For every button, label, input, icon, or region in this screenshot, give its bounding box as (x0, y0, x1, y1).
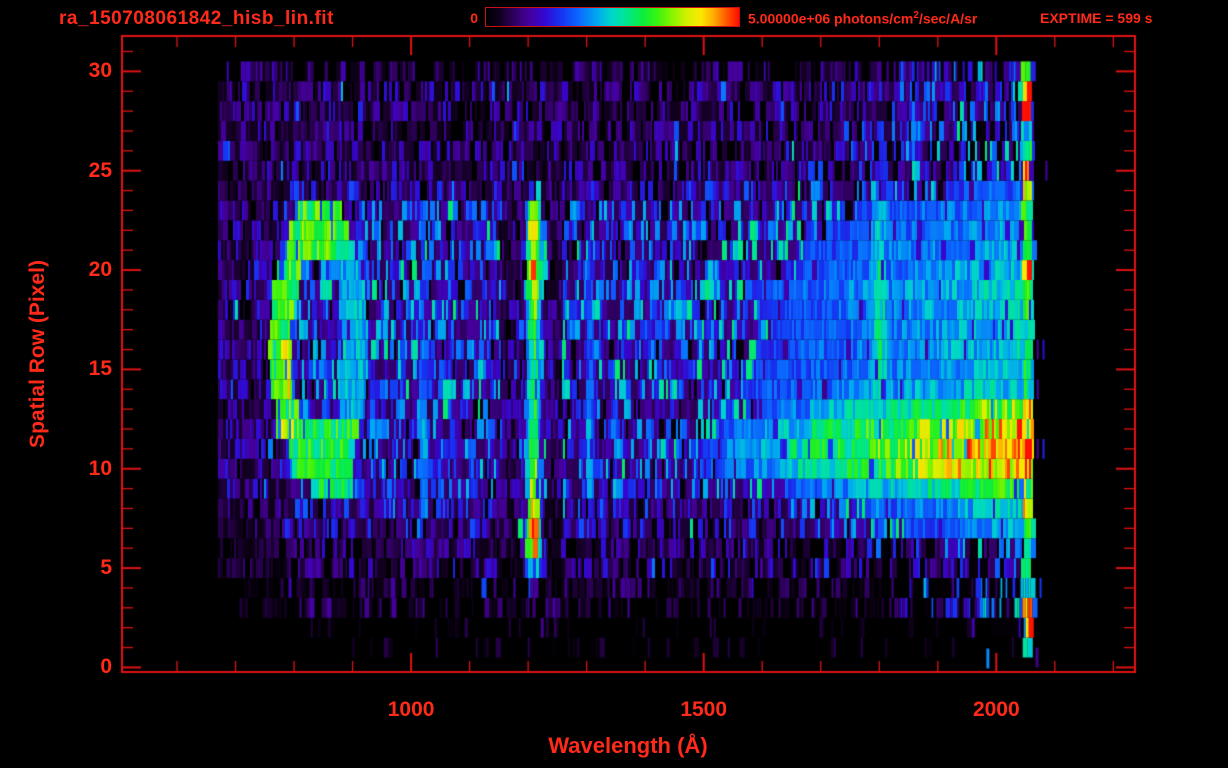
colorbar-units-suffix: /sec/A/sr (918, 10, 978, 27)
y-tick-label: 15 (88, 357, 112, 381)
colorbar-max-label: 5.00000e+06 photons/cm2/sec/A/sr (748, 10, 977, 27)
colorbar-max-value: 5.00000e+06 (748, 10, 831, 27)
plot-title: ra_150708061842_hisb_lin.fit (59, 8, 334, 29)
exptime-label: EXPTIME = 599 s (1040, 10, 1153, 26)
y-axis-label: Spatial Row (Pixel) (26, 260, 49, 448)
y-tick-label: 0 (100, 655, 112, 679)
alice-spectrogram-quicklook: ra_150708061842_hisb_lin.fit 0 5.00000e+… (0, 0, 1228, 768)
colorbar-min-label: 0 (470, 10, 478, 26)
spectrogram-canvas (0, 0, 1228, 768)
x-tick-label: 2000 (972, 698, 1020, 721)
y-tick-label: 30 (88, 59, 112, 83)
x-axis-label: Wavelength (Å) (548, 733, 708, 758)
y-tick-label: 25 (88, 158, 112, 182)
x-tick-label: 1000 (387, 698, 435, 721)
x-tick-label: 1500 (680, 698, 728, 721)
colorbar-units-prefix: photons/cm (834, 10, 914, 27)
y-tick-label: 10 (88, 456, 112, 480)
y-tick-label: 20 (88, 258, 112, 282)
colorbar-gradient (485, 7, 740, 27)
y-tick-label: 5 (100, 556, 112, 580)
